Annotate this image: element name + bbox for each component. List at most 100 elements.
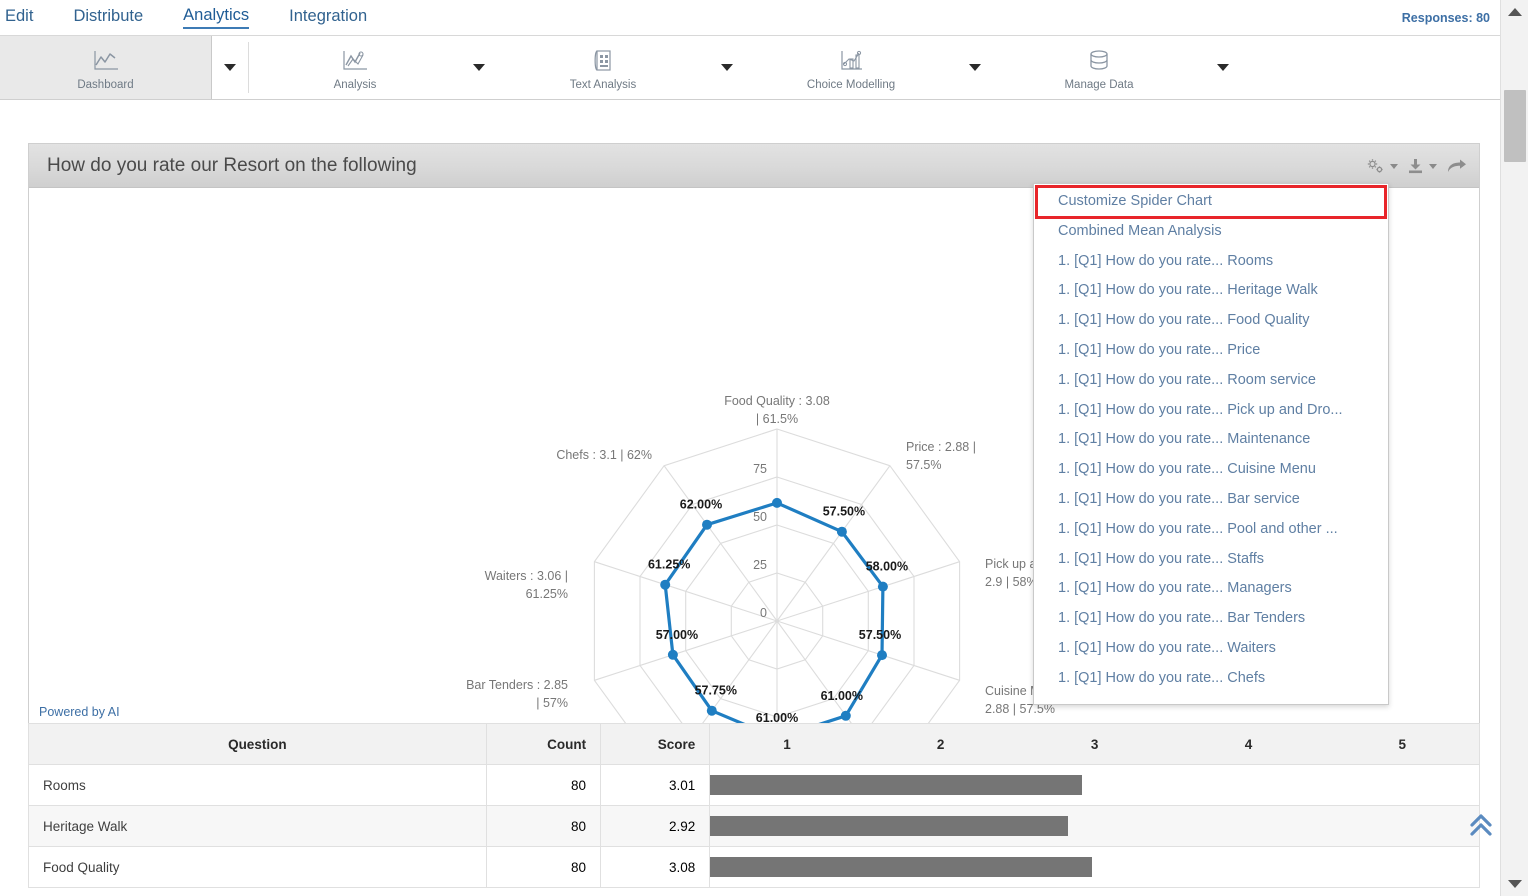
ribbon-group-manage-data: Manage Data [993,36,1241,99]
chart-options-dropdown-menu[interactable]: Customize Spider ChartCombined Mean Anal… [1033,183,1389,705]
dropdown-item[interactable]: 1. [Q1] How do you rate... Pick up and D… [1034,396,1388,426]
dropdown-item[interactable]: Customize Spider Chart [1037,187,1385,217]
download-dropdown-caret[interactable] [1429,164,1437,169]
scatter-line-icon [340,46,370,76]
radar-axis-label-line: Bar Tenders : 2.85 [466,678,568,692]
radar-point-marker[interactable] [707,706,717,716]
chevron-down-icon [969,64,981,71]
ribbon-button-manage-data[interactable]: Manage Data [993,36,1205,99]
radar-point-marker[interactable] [772,498,782,508]
chevron-down-icon [721,64,733,71]
radar-point-marker[interactable] [878,582,888,592]
ribbon-label-text-analysis: Text Analysis [570,79,636,91]
line-chart-icon [91,46,121,76]
nav-item-analytics[interactable]: Analytics [183,6,249,29]
dropdown-item[interactable]: 1. [Q1] How do you rate... Chefs [1034,664,1388,694]
radar-axis-line [664,466,777,621]
scroll-down-arrow[interactable] [1501,872,1528,896]
ribbon-caret-analysis[interactable] [461,36,497,99]
ribbon-button-dashboard[interactable]: Dashboard [0,36,212,99]
radar-point-marker[interactable] [702,520,712,530]
radar-axis-label: Bar Tenders : 2.85 | 57% [466,678,568,710]
radar-point-marker[interactable] [841,711,851,721]
ribbon-button-text-analysis[interactable]: Text Analysis [497,36,709,99]
table-header-cell: Count [486,724,600,765]
radar-point-marker[interactable] [660,580,670,590]
bar-scatter-icon [836,46,866,76]
dropdown-item[interactable]: 1. [Q1] How do you rate... Staffs [1034,545,1388,575]
table-header-cell: Question [29,724,487,765]
responses-count: Responses: 80 [1402,11,1490,25]
chevron-down-icon [224,64,236,71]
radar-axis-line [777,466,890,621]
document-grid-icon [588,46,618,76]
radar-axis-label: Chefs : 3.1 | 62% [556,448,652,462]
score-bar [710,816,1068,836]
radar-axis-label-line: | 61.5% [756,412,798,426]
radar-tick-label: 50 [753,510,767,524]
cell-score-bar [710,847,1480,888]
dropdown-item[interactable]: 1. [Q1] How do you rate... Bar Tenders [1034,604,1388,634]
scroll-up-arrow[interactable] [1501,0,1528,24]
radar-axis-label-line: 57.5% [906,458,941,472]
dropdown-item[interactable]: 1. [Q1] How do you rate... Pool and othe… [1034,515,1388,545]
radar-tick-label: 75 [753,462,767,476]
ribbon-caret-dashboard[interactable] [212,36,248,99]
scrollbar-thumb[interactable] [1504,90,1526,162]
ribbon-button-analysis[interactable]: Analysis [249,36,461,99]
cell-count: 80 [486,765,600,806]
radar-point-marker[interactable] [668,650,678,660]
dropdown-item[interactable]: 1. [Q1] How do you rate... Cuisine Menu [1034,455,1388,485]
dropdown-item[interactable]: 1. [Q1] How do you rate... Maintenance [1034,425,1388,455]
double-chevron-up-icon [1468,810,1494,840]
dropdown-item[interactable]: 1. [Q1] How do you rate... Room service [1034,366,1388,396]
radar-axis-label-line: | 57% [536,696,568,710]
cell-question: Heritage Walk [29,806,487,847]
table-row: Food Quality803.08 [29,847,1480,888]
jump-to-top-button[interactable] [1468,810,1494,845]
dropdown-item[interactable]: 1. [Q1] How do you rate... Food Quality [1034,306,1388,336]
cell-score: 3.01 [601,765,710,806]
radar-value-label: 58.00% [866,560,908,574]
radar-point-marker[interactable] [877,650,887,660]
ribbon-button-choice-modelling[interactable]: Choice Modelling [745,36,957,99]
cell-count: 80 [486,847,600,888]
dropdown-item[interactable]: 1. [Q1] How do you rate... Price [1034,336,1388,366]
vertical-scrollbar[interactable] [1500,0,1528,896]
share-arrow-icon[interactable] [1446,158,1467,175]
dropdown-item[interactable]: 1. [Q1] How do you rate... Managers [1034,574,1388,604]
ribbon-label-analysis: Analysis [334,79,377,91]
ribbon-group-analysis: Analysis [249,36,497,99]
radar-tick-label: 25 [753,558,767,572]
ribbon-caret-manage-data[interactable] [1205,36,1241,99]
radar-axis-label-line: Price : 2.88 | [906,440,976,454]
settings-gear-icon[interactable] [1366,158,1385,175]
dropdown-item[interactable]: Combined Mean Analysis [1034,217,1388,247]
radar-axis-label-line: Waiters : 3.06 | [485,569,568,583]
question-summary-table: QuestionCountScore12345 Rooms803.01Herit… [28,723,1480,888]
ribbon-caret-choice-modelling[interactable] [957,36,993,99]
dropdown-item[interactable]: 1. [Q1] How do you rate... Heritage Walk [1034,276,1388,306]
nav-item-integration[interactable]: Integration [289,7,367,28]
download-icon[interactable] [1407,158,1424,175]
card-title: How do you rate our Resort on the follow… [47,155,417,177]
dropdown-item[interactable]: 1. [Q1] How do you rate... Waiters [1034,634,1388,664]
settings-dropdown-caret[interactable] [1390,164,1398,169]
radar-tick-label: 0 [760,606,767,620]
nav-item-edit[interactable]: Edit [5,7,33,28]
ribbon-caret-text-analysis[interactable] [709,36,745,99]
radar-axis-label-line: Food Quality : 3.08 [724,394,830,408]
dropdown-item[interactable]: 1. [Q1] How do you rate... Rooms [1034,247,1388,277]
dropdown-item[interactable]: 1. [Q1] How do you rate... Bar service [1034,485,1388,515]
nav-item-distribute[interactable]: Distribute [73,7,143,28]
table-header-cell: 4 [1172,724,1326,765]
powered-by-label[interactable]: Powered by AI [39,705,120,719]
chevron-down-icon [473,64,485,71]
table-header-cell: 3 [1018,724,1172,765]
radar-value-label: 57.75% [695,684,737,698]
radar-axis-label-line: 2.9 | 58% [985,575,1038,589]
radar-point-marker[interactable] [837,527,847,537]
table-row: Heritage Walk802.92 [29,806,1480,847]
radar-value-label: 57.50% [859,628,901,642]
score-bar [710,775,1081,795]
